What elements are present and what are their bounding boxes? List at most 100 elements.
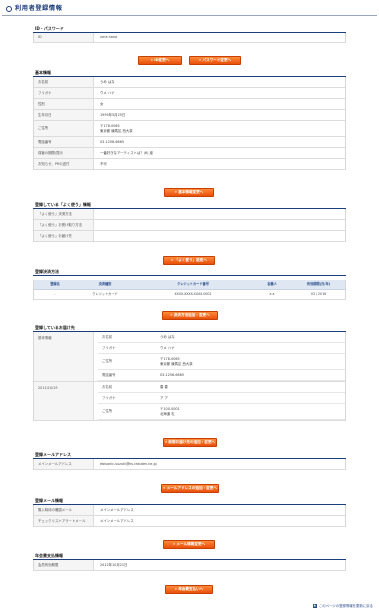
field-label: メインメールアドレス — [34, 459, 94, 469]
column-header: 登録名 — [50, 281, 60, 286]
often-row-payment: 「よく使う」決済方法 — [34, 209, 345, 220]
often-use-settings-button[interactable]: » 「よく使う」設定へ — [163, 256, 215, 265]
field-label: 性別 — [34, 99, 94, 109]
field-value — [94, 220, 345, 230]
delivery-edit-button[interactable]: » 新規お届け先の追加・変更へ — [163, 438, 217, 447]
column-header: 決済種別 — [98, 281, 112, 286]
section-title: 登録メール情報 — [33, 497, 346, 505]
field-label: 購入時待の確認メール — [34, 505, 94, 515]
column-header: 名義人 — [267, 281, 277, 286]
field-label: フリガナ — [98, 343, 154, 354]
field-label: 会員有効期限 — [34, 560, 94, 570]
back-to-top-link[interactable]: ▲ このページの登録情報を更新に戻る — [312, 603, 373, 609]
field-label: 「よく使う」お受け取り方法 — [34, 220, 94, 230]
field-value: 2012年10月21日 — [100, 562, 128, 567]
basic-row-pr: お知らせ、PRの送付 不可 — [34, 159, 345, 170]
change-password-button[interactable]: » パスワード変更へ — [189, 56, 241, 65]
column-header: クレジットカード番号 — [177, 281, 209, 286]
field-value: 03-1256-6665 — [100, 139, 125, 144]
change-id-button[interactable]: » ID変更へ — [138, 56, 182, 65]
field-label: ID — [34, 33, 94, 42]
annual-fee-pay-button[interactable]: » 年会費支払いへ — [165, 585, 213, 594]
delivery-group-basic: 基本情報 お名前 うめ はな フリガナ ウメ ハナ ご住所 〒178-0065 … — [34, 332, 345, 382]
field-label: 電話番号 — [34, 137, 94, 147]
section-title: 基本情報 — [33, 69, 346, 77]
section-title: ID・パスワード — [33, 25, 346, 33]
basic-row-gender: 性別 女 — [34, 99, 345, 110]
field-label: お名前 — [98, 332, 154, 343]
field-value: うめ はな — [154, 332, 345, 343]
address-line: 東京都 練馬区 西大泉 — [160, 361, 193, 366]
section-title: 登録メールアドレス — [33, 451, 346, 459]
table-cell: 03 / 2016 — [310, 291, 327, 296]
delivery-row: お名前 うめ はな — [98, 332, 345, 343]
field-value: 女 — [100, 101, 104, 106]
field-label: ご住所 — [34, 121, 94, 136]
basic-row-address: ご住所 〒178-0065 東京都 練馬区 西大泉 — [34, 121, 345, 137]
table-cell: クレジットカード — [92, 291, 118, 296]
field-label: お名前 — [98, 382, 154, 393]
basic-row-birthday: 生年月日 1995年5月25日 — [34, 110, 345, 121]
field-label: 電話番号 — [98, 370, 154, 381]
basic-row-phone: 電話番号 03-1256-6665 — [34, 137, 345, 148]
field-value: ebisonic-suzuki@ks.rakuten.ne.jp — [100, 461, 157, 466]
field-label: ご住所 — [98, 354, 154, 370]
field-value: 03-1256-6665 — [154, 370, 345, 381]
field-value: ume.hana — [100, 35, 118, 40]
basic-info-section: 基本情報 お名前 うめ はな フリガナ ウメ ハナ 性別 女 生年月日 1995… — [33, 69, 346, 170]
table-cell: XXXX-XXXX-XXXX-0002 — [174, 291, 212, 296]
often-row-receive: 「よく使う」お受け取り方法 — [34, 220, 345, 231]
table-cell: a a — [269, 291, 275, 296]
field-value: ア ア — [154, 393, 345, 404]
address-line: 北海道 札 — [160, 411, 175, 416]
field-label: ご住所 — [98, 404, 154, 420]
field-label: フリガナ — [34, 88, 94, 98]
table-row: - クレジットカード XXXX-XXXX-XXXX-0002 a a 03 / … — [34, 290, 345, 300]
column-header: 有効期限(月/年) — [306, 281, 331, 286]
field-label: お名前 — [34, 77, 94, 87]
field-value: メインメールアドレス — [100, 518, 134, 523]
basic-row-question: 保管の期間/提示 一番好きなアーティストは？(6) 嵐 — [34, 148, 345, 159]
annual-fee-row: 会員有効期限 2012年10月21日 — [34, 560, 345, 571]
field-value: 春 春 — [154, 382, 345, 393]
payment-method-edit-button[interactable]: » 決済方法追加・変更へ — [162, 311, 218, 320]
delivery-group-dated: 2011/10/19 お名前 春 春 フリガナ ア ア ご住所 〒100-000… — [34, 382, 345, 421]
arrow-up-icon: ▲ — [312, 603, 317, 609]
mail-info-edit-button[interactable]: » メール情報変更へ — [163, 540, 215, 549]
field-label: 「よく使う」お届け先 — [34, 231, 94, 241]
delivery-row: フリガナ ア ア — [98, 393, 345, 404]
group-label: 2011/10/19 — [34, 382, 94, 420]
mail-address-section: 登録メールアドレス メインメールアドレス ebisonic-suzuki@ks.… — [33, 451, 346, 470]
mail-settings-section: 登録メール情報 購入時待の確認メール メインメールアドレス チェックリストアラー… — [33, 497, 346, 527]
field-value: 不可 — [100, 161, 107, 166]
section-title: 登録している「よく使う」情報 — [33, 201, 346, 209]
section-title: 年会費支払情報 — [33, 552, 346, 560]
payment-section: 登録決済方法 登録名 決済種別 クレジットカード番号 名義人 有効期限(月/年)… — [33, 268, 346, 300]
mail-address-row: メインメールアドレス ebisonic-suzuki@ks.rakuten.ne… — [34, 459, 345, 470]
group-label: 基本情報 — [34, 332, 94, 381]
mail-address-edit-button[interactable]: » メールアドレスの追加・変更へ — [161, 484, 219, 493]
section-title: 登録しているお届け先 — [33, 324, 346, 332]
field-value: うめ はな — [100, 79, 115, 84]
table-cell: - — [54, 291, 56, 296]
delivery-section: 登録しているお届け先 基本情報 お名前 うめ はな フリガナ ウメ ハナ ご住所… — [33, 324, 346, 421]
basic-info-edit-button[interactable]: » 基本情報変更へ — [164, 188, 214, 197]
back-link-label: このページの登録情報を更新に戻る — [318, 604, 373, 608]
basic-row-name: お名前 うめ はな — [34, 77, 345, 88]
field-value: 〒178-0065 東京都 練馬区 西大泉 — [154, 354, 345, 370]
field-value: ウメ ハナ — [154, 343, 345, 354]
field-label: 保管の期間/提示 — [34, 148, 94, 158]
field-label: 「よく使う」決済方法 — [34, 209, 94, 219]
often-row-delivery: 「よく使う」お届け先 — [34, 231, 345, 242]
field-value: 一番好きなアーティストは？(6) 嵐 — [100, 150, 153, 155]
field-label: 生年月日 — [34, 110, 94, 120]
field-label: お知らせ、PRの送付 — [34, 159, 94, 169]
field-value: メインメールアドレス — [100, 507, 134, 512]
page-title: 利用者登録情報 — [15, 5, 63, 12]
often-use-section: 登録している「よく使う」情報 「よく使う」決済方法 「よく使う」お受け取り方法 … — [33, 201, 346, 242]
mail-setting-row: チェックリストアラートメール メインメールアドレス — [34, 516, 345, 527]
mail-setting-row: 購入時待の確認メール メインメールアドレス — [34, 505, 345, 516]
delivery-row: ご住所 〒178-0065 東京都 練馬区 西大泉 — [98, 354, 345, 370]
basic-row-kana: フリガナ ウメ ハナ — [34, 88, 345, 99]
delivery-row: 電話番号 03-1256-6665 — [98, 370, 345, 381]
